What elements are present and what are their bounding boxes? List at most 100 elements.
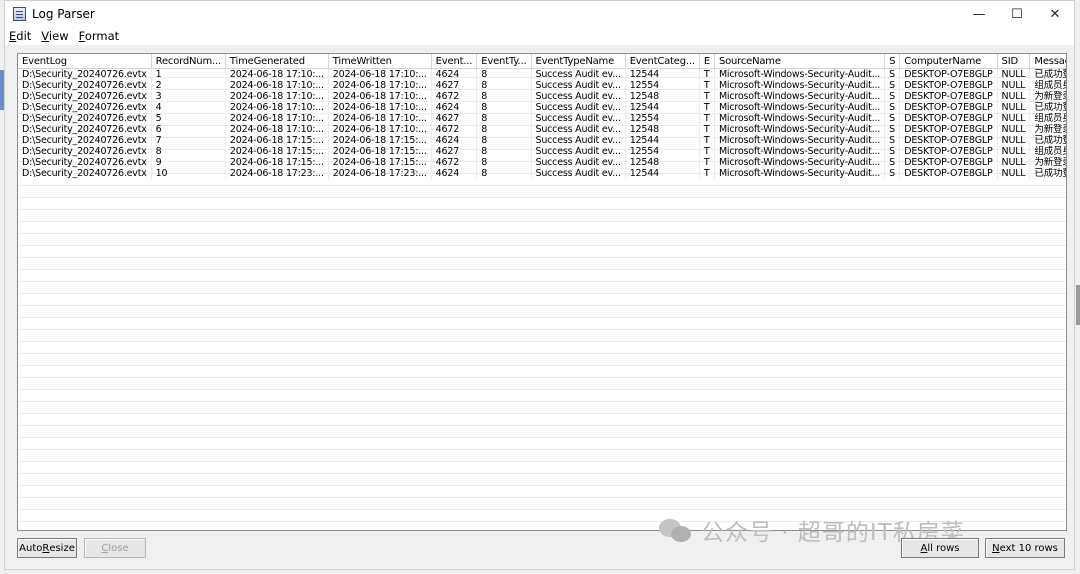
table-cell[interactable]: 4 xyxy=(151,102,226,113)
table-cell[interactable]: DESKTOP-O7E8GLP xyxy=(899,102,998,113)
table-row[interactable]: D:\Security_20240726.evtx 3 2024-06-18 17:… xyxy=(18,91,1066,102)
table-cell[interactable]: Microsoft-Windows-Security-Audit... xyxy=(714,124,886,135)
table-cell[interactable]: 8 xyxy=(476,102,532,113)
table-cell[interactable]: Microsoft-Windows-Security-Audit... xyxy=(714,113,886,124)
table-cell[interactable]: 8 xyxy=(476,68,532,80)
table-cell[interactable]: 已成功登录帐... xyxy=(1029,102,1066,113)
table-cell[interactable]: T xyxy=(699,113,715,124)
table-cell[interactable]: 2024-06-18 17:10:... xyxy=(328,80,432,91)
table-cell[interactable]: Microsoft-Windows-Security-Audit... xyxy=(714,146,886,157)
table-cell[interactable]: 4672 xyxy=(431,124,478,135)
column-header[interactable]: RecordNum... xyxy=(151,54,226,69)
table-cell[interactable]: DESKTOP-O7E8GLP xyxy=(899,157,998,168)
table-cell[interactable]: 8 xyxy=(476,124,532,135)
table-cell[interactable]: 组成员身份信... xyxy=(1029,146,1066,157)
table-cell[interactable]: 6 xyxy=(151,124,226,135)
table-cell[interactable]: Success Audit ev... xyxy=(531,91,626,102)
table-cell[interactable]: DESKTOP-O7E8GLP xyxy=(899,135,998,146)
table-cell[interactable]: Success Audit ev... xyxy=(531,146,626,157)
table-cell[interactable]: Success Audit ev... xyxy=(531,113,626,124)
table-cell[interactable]: 10 xyxy=(151,168,226,179)
table-cell[interactable]: 4624 xyxy=(431,168,478,179)
table-cell[interactable]: 8 xyxy=(476,91,532,102)
table-cell[interactable]: T xyxy=(699,146,715,157)
table-cell[interactable]: 组成员身份信... xyxy=(1029,113,1066,124)
table-cell[interactable]: 8 xyxy=(476,80,532,91)
table-row[interactable]: D:\Security_20240726.evtx 1 2024-06-18 17:… xyxy=(18,68,1066,80)
table-cell[interactable]: 2024-06-18 17:15:... xyxy=(225,157,329,168)
column-header[interactable]: TimeGenerated xyxy=(225,54,329,69)
table-cell[interactable]: Success Audit ev... xyxy=(531,80,626,91)
table-cell[interactable]: 3 xyxy=(151,91,226,102)
table-cell[interactable]: 2024-06-18 17:10:... xyxy=(225,68,329,80)
table-cell[interactable]: 2024-06-18 17:10:... xyxy=(225,102,329,113)
table-cell[interactable]: 8 xyxy=(476,135,532,146)
table-cell[interactable]: 12548 xyxy=(625,157,700,168)
table-cell[interactable]: 12554 xyxy=(625,113,700,124)
table-cell[interactable]: Success Audit ev... xyxy=(531,124,626,135)
table-cell[interactable]: T xyxy=(699,102,715,113)
table-cell[interactable]: S xyxy=(884,80,901,91)
table-cell[interactable]: NULL xyxy=(997,80,1031,91)
column-header[interactable]: Event... xyxy=(431,54,478,69)
table-cell[interactable]: 12544 xyxy=(625,102,700,113)
close-button[interactable]: Close xyxy=(84,538,146,558)
table-cell[interactable]: T xyxy=(699,168,715,179)
table-cell[interactable]: DESKTOP-O7E8GLP xyxy=(899,168,998,179)
table-cell[interactable]: 2024-06-18 17:10:... xyxy=(328,124,432,135)
table-cell[interactable]: S xyxy=(884,124,901,135)
table-row[interactable]: D:\Security_20240726.evtx 9 2024-06-18 17:… xyxy=(18,157,1066,168)
table-cell[interactable]: 2024-06-18 17:15:... xyxy=(328,157,432,168)
table-cell[interactable]: Microsoft-Windows-Security-Audit... xyxy=(714,168,886,179)
close-window-button[interactable]: ✕ xyxy=(1036,1,1074,27)
table-cell[interactable]: 为新登录分配... xyxy=(1029,91,1066,102)
table-cell[interactable]: S xyxy=(884,135,901,146)
auto-resize-button[interactable]: Auto Resize xyxy=(17,538,77,558)
next-10-rows-button[interactable]: Next 10 rows xyxy=(985,538,1065,558)
table-cell[interactable]: D:\Security_20240726.evtx xyxy=(18,168,152,179)
table-cell[interactable]: 2024-06-18 17:10:... xyxy=(225,80,329,91)
table-cell[interactable]: 4627 xyxy=(431,146,478,157)
column-header[interactable]: EventLog xyxy=(18,54,152,69)
table-cell[interactable]: D:\Security_20240726.evtx xyxy=(18,68,152,80)
table-cell[interactable]: 2024-06-18 17:10:... xyxy=(225,124,329,135)
column-header[interactable]: SourceName xyxy=(714,54,886,69)
table-cell[interactable]: D:\Security_20240726.evtx xyxy=(18,157,152,168)
table-cell[interactable]: 2024-06-18 17:10:... xyxy=(328,91,432,102)
table-cell[interactable]: Success Audit ev... xyxy=(531,135,626,146)
table-cell[interactable]: 2024-06-18 17:10:... xyxy=(328,68,432,80)
table-cell[interactable]: 5 xyxy=(151,113,226,124)
table-cell[interactable]: 2024-06-18 17:15:... xyxy=(328,146,432,157)
column-header[interactable]: SID xyxy=(997,54,1031,69)
table-cell[interactable]: Success Audit ev... xyxy=(531,168,626,179)
table-cell[interactable]: 7 xyxy=(151,135,226,146)
table-cell[interactable]: NULL xyxy=(997,135,1031,146)
table-cell[interactable]: NULL xyxy=(997,146,1031,157)
table-cell[interactable]: Microsoft-Windows-Security-Audit... xyxy=(714,102,886,113)
table-cell[interactable]: D:\Security_20240726.evtx xyxy=(18,91,152,102)
table-cell[interactable]: DESKTOP-O7E8GLP xyxy=(899,113,998,124)
table-cell[interactable]: D:\Security_20240726.evtx xyxy=(18,146,152,157)
table-cell[interactable]: Success Audit ev... xyxy=(531,157,626,168)
column-header[interactable]: Message xyxy=(1029,54,1066,69)
table-cell[interactable]: D:\Security_20240726.evtx xyxy=(18,80,152,91)
table-cell[interactable]: T xyxy=(699,157,715,168)
table-cell[interactable]: 8 xyxy=(476,168,532,179)
table-cell[interactable]: NULL xyxy=(997,124,1031,135)
table-cell[interactable]: Success Audit ev... xyxy=(531,102,626,113)
table-row[interactable]: D:\Security_20240726.evtx 4 2024-06-18 17:… xyxy=(18,102,1066,113)
table-cell[interactable]: 4624 xyxy=(431,68,478,80)
table-cell[interactable]: 12548 xyxy=(625,91,700,102)
column-header[interactable]: E xyxy=(699,54,715,69)
table-cell[interactable]: Microsoft-Windows-Security-Audit... xyxy=(714,68,886,80)
column-header[interactable]: EventTy... xyxy=(476,54,532,69)
table-cell[interactable]: 1 xyxy=(151,68,226,80)
table-cell[interactable]: 2024-06-18 17:23:... xyxy=(328,168,432,179)
table-cell[interactable]: T xyxy=(699,80,715,91)
table-cell[interactable]: T xyxy=(699,68,715,80)
table-cell[interactable]: Microsoft-Windows-Security-Audit... xyxy=(714,135,886,146)
table-cell[interactable]: D:\Security_20240726.evtx xyxy=(18,102,152,113)
table-cell[interactable]: 已成功登录帐... xyxy=(1029,68,1066,80)
table-cell[interactable]: 12544 xyxy=(625,168,700,179)
table-cell[interactable]: 8 xyxy=(476,113,532,124)
